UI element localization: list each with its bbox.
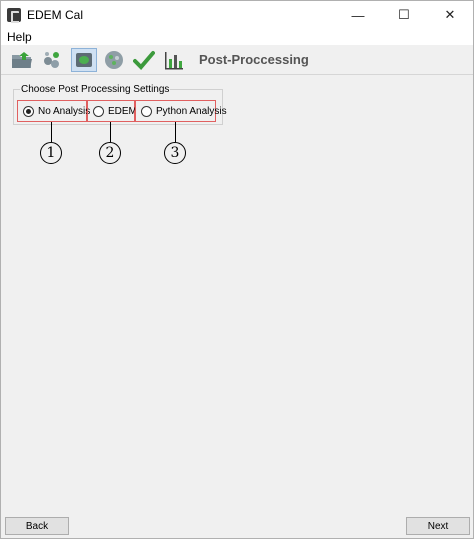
toolbar-open-button[interactable] (9, 48, 35, 72)
maximize-icon: ☐ (398, 7, 410, 22)
window-title: EDEM Cal (27, 8, 84, 22)
annotation-marker-3: 3 (164, 142, 186, 164)
radio-python-analysis[interactable]: Python Analysis (135, 100, 227, 122)
radio-no-analysis[interactable]: No Analysis (17, 100, 91, 122)
radio-label-edem: EDEM (108, 105, 137, 117)
minimize-icon: — (351, 7, 365, 23)
annotation-line-1 (51, 122, 52, 142)
close-button[interactable]: ✕ (427, 1, 473, 29)
next-button[interactable]: Next (406, 517, 470, 535)
minimize-button[interactable]: — (335, 1, 381, 29)
annotation-marker-1-text: 1 (46, 145, 56, 161)
annotation-marker-1: 1 (40, 142, 62, 164)
checkmark-icon (133, 51, 155, 70)
sphere-cluster-icon (105, 51, 123, 69)
radio-label-no-analysis: No Analysis (38, 105, 91, 117)
close-icon: ✕ (444, 7, 456, 22)
bar-chart-icon (165, 52, 183, 70)
toolbar: Post-Proccessing (1, 45, 473, 75)
folder-icon (12, 52, 32, 68)
annotation-marker-2-text: 2 (105, 145, 115, 161)
app-icon (7, 8, 21, 23)
radio-button[interactable] (93, 105, 104, 117)
back-button[interactable]: Back (5, 517, 69, 535)
groupbox-label: Choose Post Processing Settings (20, 84, 171, 95)
annotation-marker-3-text: 3 (170, 145, 180, 161)
toolbar-chart-button[interactable] (161, 48, 187, 72)
annotation-line-3 (175, 122, 176, 142)
radio-label-python-analysis: Python Analysis (156, 105, 227, 117)
menu-help[interactable]: Help (7, 30, 32, 44)
main-window: EDEM Cal — ☐ ✕ Help Post-Proccessing Cho… (0, 0, 474, 539)
toolbar-particles-button[interactable] (39, 48, 65, 72)
toolbar-check-button[interactable] (131, 48, 157, 72)
maximize-button[interactable]: ☐ (381, 1, 427, 29)
toolbar-database-button[interactable] (71, 48, 97, 72)
radio-edem[interactable]: EDEM (87, 100, 137, 122)
particles-icon (44, 52, 59, 68)
page-title: Post-Proccessing (199, 52, 309, 67)
menu-bar: Help (1, 29, 473, 45)
title-bar: EDEM Cal — ☐ ✕ (1, 1, 473, 29)
toolbar-sphere-button[interactable] (101, 48, 127, 72)
radio-button[interactable] (141, 105, 152, 117)
annotation-marker-2: 2 (99, 142, 121, 164)
annotation-line-2 (110, 122, 111, 142)
radio-button-checked[interactable] (23, 105, 34, 117)
database-icon (76, 53, 92, 67)
window-controls: — ☐ ✕ (335, 1, 473, 29)
